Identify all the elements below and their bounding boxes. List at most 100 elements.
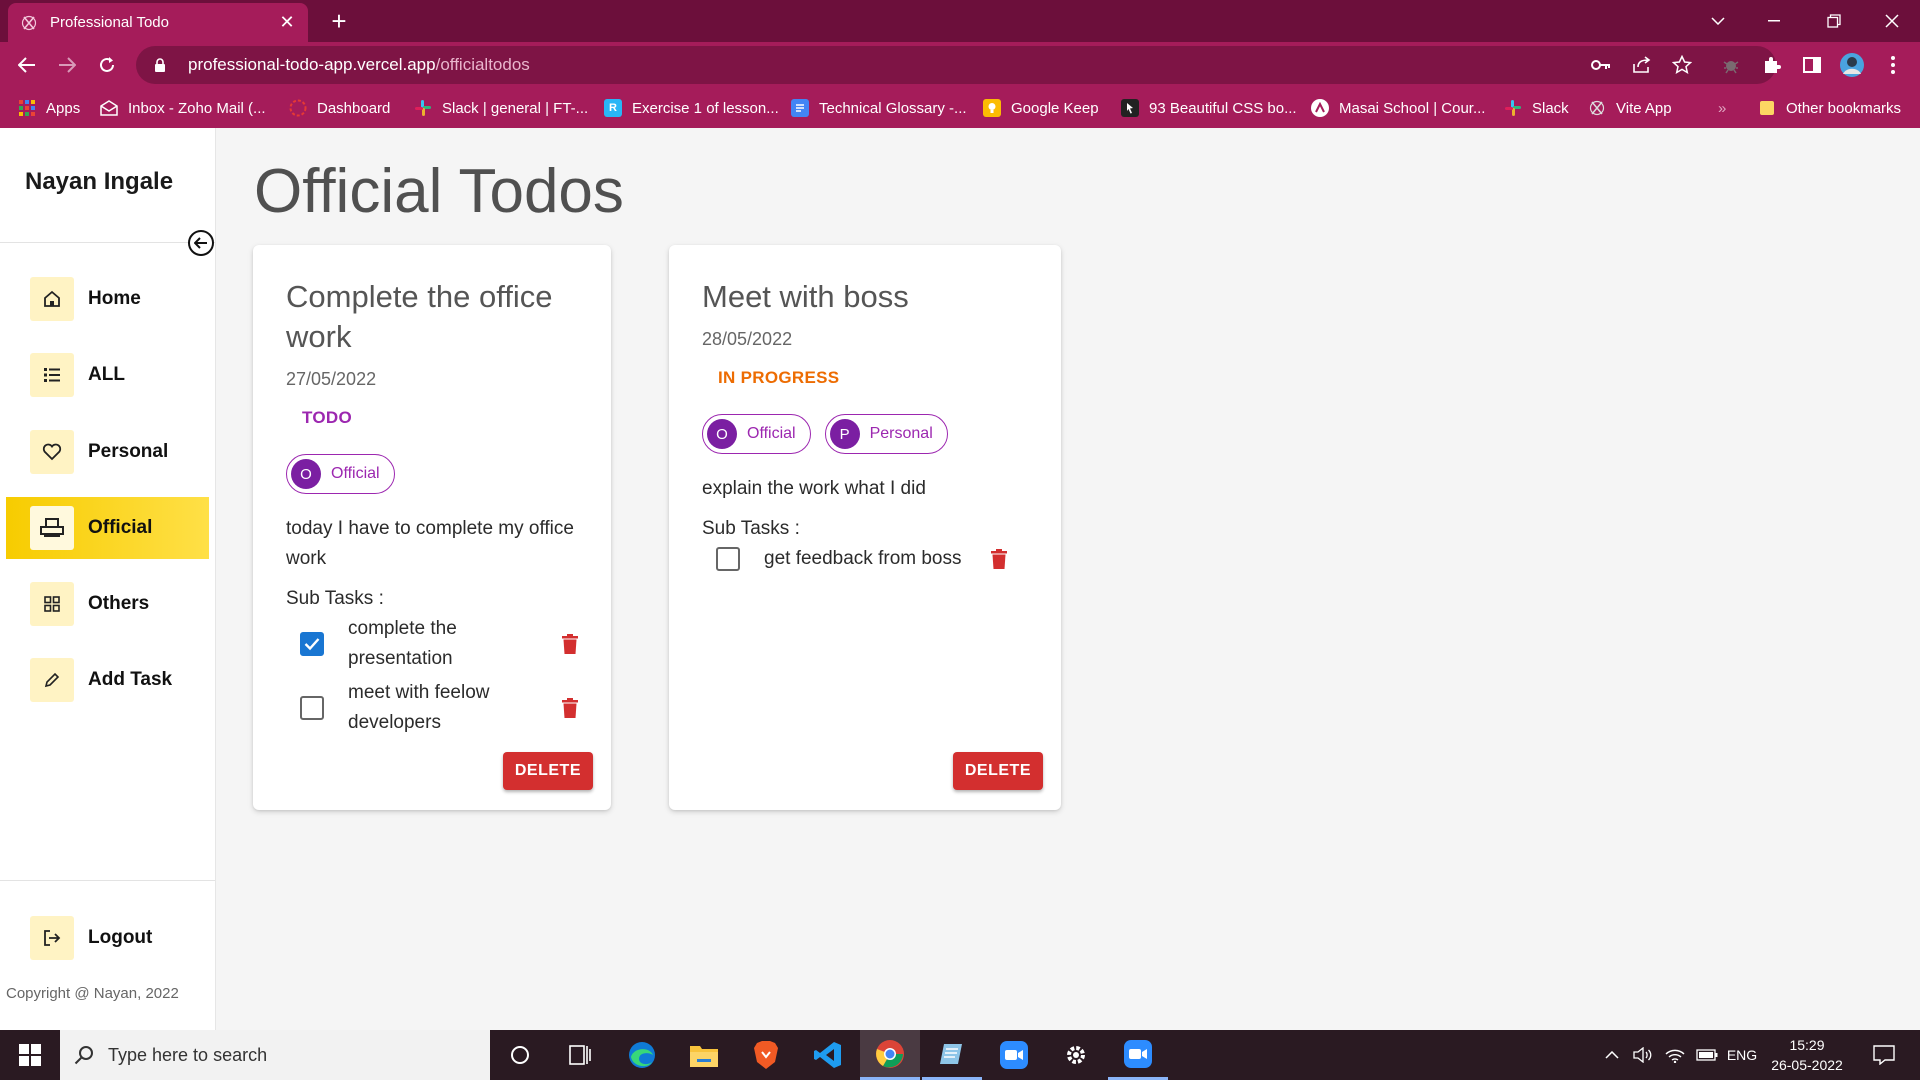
logout-button[interactable]: Logout xyxy=(6,907,209,969)
sidebar-item-all[interactable]: ALL xyxy=(6,344,209,406)
docs-icon xyxy=(791,99,809,117)
notepad-icon[interactable] xyxy=(922,1030,982,1080)
key-icon[interactable] xyxy=(1590,54,1612,76)
bookmark-label: Vite App xyxy=(1616,99,1672,117)
tab-search-chevron-icon[interactable] xyxy=(1690,0,1746,42)
google-keep-icon xyxy=(983,99,1001,117)
windows-start-icon[interactable] xyxy=(0,1030,60,1080)
new-tab-button[interactable]: + xyxy=(324,6,354,36)
sidebar-item-official[interactable]: Official xyxy=(6,497,209,559)
task-view-icon[interactable] xyxy=(550,1030,610,1080)
profile-avatar[interactable] xyxy=(1839,52,1865,78)
chrome-icon[interactable] xyxy=(860,1030,920,1080)
tray-chevron-icon[interactable] xyxy=(1598,1030,1626,1080)
delete-button[interactable]: DELETE xyxy=(502,752,593,790)
bookmark-exercise[interactable]: R Exercise 1 of lesson... xyxy=(604,88,779,128)
slack-icon xyxy=(1504,99,1522,117)
close-window-icon[interactable] xyxy=(1864,0,1920,42)
bookmark-technical-glossary[interactable]: Technical Glossary -... xyxy=(791,88,967,128)
cortana-icon[interactable] xyxy=(490,1030,550,1080)
reload-icon[interactable] xyxy=(92,50,122,80)
browser-tab[interactable]: Professional Todo ✕ xyxy=(8,3,308,42)
minimize-icon[interactable] xyxy=(1746,0,1802,42)
bookmark-label: Dashboard xyxy=(317,99,391,117)
delete-button[interactable]: DELETE xyxy=(952,752,1043,790)
todo-title: Meet with boss xyxy=(702,279,909,314)
bookmark-other-folder[interactable]: Other bookmarks xyxy=(1758,88,1901,128)
trash-icon[interactable] xyxy=(562,698,578,718)
bookmark-zoho-mail[interactable]: Inbox - Zoho Mail (... xyxy=(100,88,266,128)
brave-icon[interactable] xyxy=(736,1030,796,1080)
bookmark-google-keep[interactable]: Google Keep xyxy=(983,88,1099,128)
status-badge: TODO xyxy=(302,408,353,427)
arrow-left-icon xyxy=(194,237,207,249)
main-content: Official Todos Complete the office work … xyxy=(216,128,1920,1030)
volume-icon[interactable] xyxy=(1628,1030,1658,1080)
chip-label: Official xyxy=(747,425,796,442)
subtask-text: meet with feelow developers xyxy=(348,682,490,733)
vite-icon xyxy=(1588,99,1606,117)
bookmarks-overflow[interactable]: » xyxy=(1718,88,1726,128)
share-icon[interactable] xyxy=(1631,54,1653,76)
back-arrow-icon[interactable] xyxy=(12,50,42,80)
tag-chip-official[interactable]: O Official xyxy=(702,414,811,454)
bookmark-dashboard[interactable]: Dashboard xyxy=(289,88,390,128)
sidebar-divider xyxy=(0,242,215,243)
bookmark-apps[interactable]: Apps xyxy=(18,88,80,128)
subtask-checkbox[interactable] xyxy=(716,547,740,571)
home-icon xyxy=(30,277,74,321)
sidebar-item-home[interactable]: Home xyxy=(6,268,209,330)
zoom-meeting-icon[interactable] xyxy=(1108,1030,1168,1080)
language-indicator[interactable]: ENG xyxy=(1722,1030,1762,1080)
browser-toolbar: professional-todo-app.vercel.app/officia… xyxy=(0,42,1920,88)
restore-icon[interactable] xyxy=(1806,0,1862,42)
vscode-icon[interactable] xyxy=(798,1030,858,1080)
tag-chip-official[interactable]: O Official xyxy=(286,454,395,494)
zoom-icon[interactable] xyxy=(984,1030,1044,1080)
clock-time: 15:29 xyxy=(1789,1037,1825,1053)
address-bar[interactable]: professional-todo-app.vercel.app/officia… xyxy=(136,46,1776,84)
todo-date: 27/05/2022 xyxy=(286,369,377,389)
user-name: Nayan Ingale xyxy=(25,168,174,195)
chip-avatar: O xyxy=(707,419,737,449)
clock-date: 26-05-2022 xyxy=(1771,1057,1843,1073)
sidebar-item-others[interactable]: Others xyxy=(6,573,209,635)
trash-icon[interactable] xyxy=(991,549,1007,569)
edge-icon[interactable] xyxy=(612,1030,672,1080)
sidebar-item-add-task[interactable]: Add Task xyxy=(6,649,209,711)
extension-bug-icon[interactable] xyxy=(1718,52,1744,78)
status-badge: IN PROGRESS xyxy=(718,368,840,387)
sidebar-item-label: Others xyxy=(88,593,150,614)
collapse-sidebar-button[interactable] xyxy=(188,230,214,256)
bookmark-label: Exercise 1 of lesson... xyxy=(632,99,779,117)
trash-icon[interactable] xyxy=(562,634,578,654)
bookmark-star-icon[interactable] xyxy=(1671,54,1693,76)
checkmark-icon xyxy=(304,638,320,651)
bookmark-slack-general[interactable]: Slack | general | FT-... xyxy=(414,88,588,128)
bookmark-label: Apps xyxy=(46,99,81,117)
file-explorer-icon[interactable] xyxy=(674,1030,734,1080)
sidebar-item-label: Personal xyxy=(88,441,169,462)
bookmark-masai-school[interactable]: Masai School | Cour... xyxy=(1311,88,1485,128)
tag-chip-personal[interactable]: P Personal xyxy=(824,414,948,454)
subtask-checkbox[interactable] xyxy=(300,696,324,720)
browser-tab-strip: Professional Todo ✕ + xyxy=(0,0,1920,42)
subtask-checkbox[interactable] xyxy=(300,632,324,656)
wifi-icon[interactable] xyxy=(1660,1030,1690,1080)
battery-icon[interactable] xyxy=(1692,1030,1722,1080)
tab-close-icon[interactable]: ✕ xyxy=(278,12,296,33)
bookmark-slack[interactable]: Slack xyxy=(1504,88,1569,128)
notification-center-icon[interactable] xyxy=(1864,1030,1904,1080)
settings-gear-icon[interactable] xyxy=(1046,1030,1106,1080)
logout-label: Logout xyxy=(88,927,153,948)
bookmark-vite-app[interactable]: Vite App xyxy=(1588,88,1672,128)
forward-arrow-icon[interactable] xyxy=(52,50,82,80)
taskbar-search-input[interactable]: Type here to search xyxy=(60,1030,490,1080)
bookmark-css-borders[interactable]: 93 Beautiful CSS bo... xyxy=(1121,88,1297,128)
sidebar-item-personal[interactable]: Personal xyxy=(6,421,209,483)
side-panel-icon[interactable] xyxy=(1799,52,1825,78)
todo-card: Meet with boss 28/05/2022 IN PROGRESS O … xyxy=(669,245,1061,810)
browser-menu-icon[interactable] xyxy=(1880,52,1906,78)
system-clock[interactable]: 15:29 26-05-2022 xyxy=(1762,1035,1852,1075)
extensions-puzzle-icon[interactable] xyxy=(1759,52,1785,78)
